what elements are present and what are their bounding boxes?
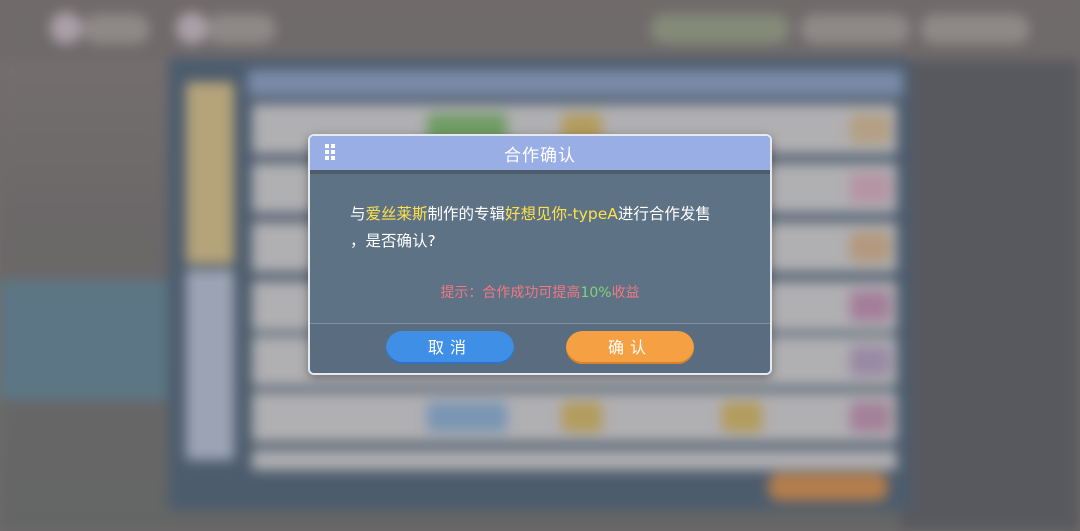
tip-percent: 10%	[580, 285, 612, 301]
album-name: 好想见你-typeA	[505, 205, 618, 223]
partner-name: 爱丝莱斯	[365, 205, 428, 223]
message-question: ，是否确认?	[350, 232, 436, 250]
dialog-footer: 取消 确认	[310, 323, 770, 373]
confirm-button[interactable]: 确认	[566, 331, 694, 364]
message-middle: 制作的专辑	[427, 205, 506, 223]
dialog-title-bar: 合作确认	[310, 136, 770, 174]
cancel-button[interactable]: 取消	[386, 331, 514, 364]
tip-prefix: 提示：合作成功可提高	[440, 285, 581, 301]
cooperation-confirm-dialog: 合作确认 与爱丝莱斯制作的专辑好想见你-typeA进行合作发售 ，是否确认? 提示…	[308, 134, 772, 375]
message-prefix: 与	[350, 205, 366, 223]
message-suffix: 进行合作发售	[617, 205, 711, 223]
tip-suffix: 收益	[611, 285, 640, 301]
dialog-title: 合作确认	[504, 146, 576, 166]
dialog-body: 与爱丝莱斯制作的专辑好想见你-typeA进行合作发售 ，是否确认? 提示：合作成功…	[310, 174, 770, 323]
confirm-message: 与爱丝莱斯制作的专辑好想见你-typeA进行合作发售 ，是否确认?	[350, 201, 750, 255]
bonus-tip: 提示：合作成功可提高10%收益	[310, 282, 770, 302]
